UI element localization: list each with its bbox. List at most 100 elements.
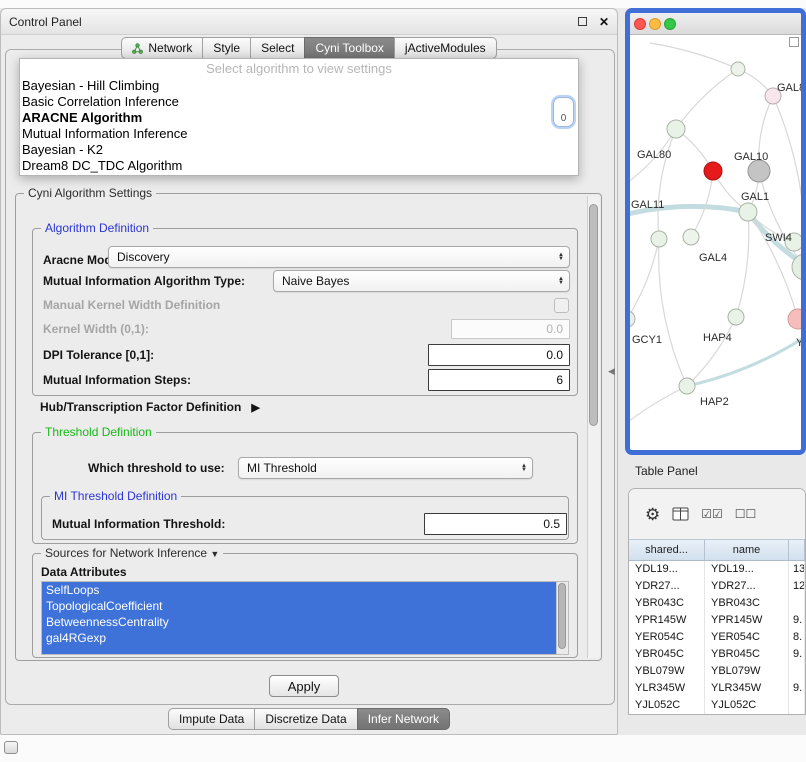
network-node[interactable] — [748, 160, 770, 182]
gear-icon[interactable]: ⚙ — [645, 506, 660, 523]
table-row[interactable]: YJL052CYJL052C — [629, 697, 805, 714]
table-cell: YBR045C — [629, 646, 705, 663]
tab-label: Style — [213, 41, 240, 55]
network-node[interactable] — [667, 120, 685, 138]
list-scrollbar-thumb[interactable] — [558, 583, 566, 649]
focused-spinner[interactable]: 0 — [553, 97, 574, 127]
tab-label: Discretize Data — [265, 712, 346, 726]
table-cell: YBR045C — [705, 646, 789, 663]
dpi-tolerance-label: DPI Tolerance [0,1]: — [43, 348, 154, 362]
node-label-gal80: GAL80 — [637, 149, 671, 161]
kernel-width-input[interactable]: 0.0 — [451, 319, 570, 339]
dpi-tolerance-input[interactable]: 0.0 — [428, 344, 570, 366]
list-scrollbar[interactable] — [556, 582, 568, 654]
table-row[interactable]: YBR045CYBR045C9. — [629, 646, 805, 663]
table-cell: YDL19... — [629, 561, 705, 578]
tab-network[interactable]: Network — [121, 37, 203, 59]
bottom-tab-impute-data[interactable]: Impute Data — [168, 708, 255, 730]
mi-steps-input[interactable]: 6 — [428, 369, 570, 391]
table-row[interactable]: YPR145WYPR145W9. — [629, 612, 805, 629]
control-panel-window: Control Panel ✕ Network Style SelectCyni T… — [0, 8, 618, 735]
network-view-window: GAL8GAL80GAL10GAL11GAL1SWI4GAL4GCY1HAP4H… — [625, 8, 806, 455]
table-cell: YDL19... — [705, 561, 789, 578]
algorithm-option-aracne-algorithm[interactable]: ARACNE Algorithm — [20, 110, 578, 126]
minimize-traffic-light[interactable] — [649, 18, 661, 30]
mi-threshold-input[interactable]: 0.5 — [424, 513, 567, 535]
network-edge[interactable] — [759, 171, 801, 267]
which-threshold-value: MI Threshold — [247, 461, 317, 475]
float-window-icon[interactable] — [578, 17, 587, 26]
select-all-columns-icon[interactable]: ☑☑ — [701, 507, 723, 521]
settings-scrollbar[interactable] — [587, 196, 600, 658]
network-edge[interactable] — [748, 212, 798, 319]
mi-algorithm-type-select[interactable]: Naive Bayes ▲▼ — [273, 270, 570, 292]
algorithm-option-basic-correlation-inference[interactable]: Basic Correlation Inference — [20, 94, 578, 110]
bottom-tab-infer-network[interactable]: Infer Network — [357, 708, 450, 730]
network-edge[interactable] — [650, 43, 738, 69]
tab-jactivemodules[interactable]: jActiveModules — [394, 37, 497, 59]
minimized-panel-icon[interactable] — [4, 741, 18, 754]
network-node[interactable] — [630, 311, 635, 327]
table-row[interactable]: YDR27...YDR27...12 — [629, 578, 805, 595]
close-window-icon[interactable]: ✕ — [599, 15, 609, 29]
table-cell: YER054C — [705, 629, 789, 646]
network-edge[interactable] — [659, 239, 687, 386]
deselect-all-columns-icon[interactable]: ☐☐ — [735, 507, 757, 521]
zoom-traffic-light[interactable] — [664, 18, 676, 30]
attribute-item-betweennesscentrality[interactable]: BetweennessCentrality — [42, 614, 556, 630]
algorithm-option-bayesian-k2[interactable]: Bayesian - K2 — [20, 142, 578, 158]
control-panel-title: Control Panel — [9, 15, 578, 29]
network-node[interactable] — [683, 229, 699, 245]
network-edge[interactable] — [630, 386, 687, 425]
network-node[interactable] — [651, 231, 667, 247]
manual-kernel-width-checkbox[interactable] — [554, 298, 569, 313]
tab-label: jActiveModules — [405, 41, 486, 55]
network-window-titlebar — [630, 13, 801, 35]
network-edge[interactable] — [658, 129, 676, 239]
algorithm-option-bayesian-hill-climbing[interactable]: Bayesian - Hill Climbing — [20, 78, 578, 94]
algorithm-option-mutual-information-inference[interactable]: Mutual Information Inference — [20, 126, 578, 142]
tab-select[interactable]: Select — [250, 37, 305, 59]
which-threshold-select[interactable]: MI Threshold ▲▼ — [238, 457, 533, 479]
network-canvas[interactable]: GAL8GAL80GAL10GAL11GAL1SWI4GAL4GCY1HAP4H… — [630, 35, 801, 450]
network-scroll-corner[interactable] — [789, 37, 799, 47]
table-cell: 9. — [789, 612, 805, 629]
network-edge[interactable] — [736, 212, 749, 317]
column-header-shared[interactable]: shared... — [629, 540, 705, 560]
table-row[interactable]: YER054CYER054C8. — [629, 629, 805, 646]
attribute-item-selfloops[interactable]: SelfLoops — [42, 582, 556, 598]
network-node[interactable] — [739, 203, 757, 221]
column-header-name[interactable]: name — [705, 540, 789, 560]
column-browser-icon[interactable] — [672, 507, 689, 521]
aracne-mode-select[interactable]: Discovery ▲▼ — [108, 246, 570, 268]
mi-threshold-definition-group: MI Threshold Definition Mutual Informati… — [41, 496, 569, 540]
network-node[interactable] — [679, 378, 695, 394]
apply-button[interactable]: Apply — [269, 675, 339, 697]
table-row[interactable]: YLR345WYLR345W9. — [629, 680, 805, 697]
attribute-item-gal4rgexp[interactable]: gal4RGexp — [42, 630, 556, 646]
column-header-partial[interactable] — [789, 540, 805, 560]
hub-definition-toggle[interactable]: Hub/Transcription Factor Definition ▶ — [40, 400, 260, 414]
attribute-item-topologicalcoefficient[interactable]: TopologicalCoefficient — [42, 598, 556, 614]
close-traffic-light[interactable] — [634, 18, 646, 30]
table-row[interactable]: YDL19...YDL19...13 — [629, 561, 805, 578]
network-edge[interactable] — [630, 239, 659, 319]
table-row[interactable]: YBR043CYBR043C — [629, 595, 805, 612]
attribute-item-partial[interactable] — [42, 646, 556, 655]
tab-style[interactable]: Style — [202, 37, 251, 59]
table-cell: 9. — [789, 646, 805, 663]
algorithm-option-dream8-dc-tdc-algorithm[interactable]: Dream8 DC_TDC Algorithm — [20, 158, 578, 174]
network-node[interactable] — [731, 62, 745, 76]
network-edge[interactable] — [676, 69, 738, 129]
tab-cyni-toolbox[interactable]: Cyni Toolbox — [304, 37, 394, 59]
network-node[interactable] — [728, 309, 744, 325]
network-node[interactable] — [704, 162, 722, 180]
bottom-tab-discretize-data[interactable]: Discretize Data — [254, 708, 357, 730]
settings-scrollbar-thumb[interactable] — [589, 204, 598, 426]
table-cell: YBL079W — [705, 663, 789, 680]
sources-group-toggle[interactable]: Sources for Network Inference ▼ — [41, 546, 223, 560]
node-label-gal10: GAL10 — [734, 151, 768, 163]
panel-splitter-handle[interactable]: ◀ — [608, 366, 615, 377]
network-node[interactable] — [788, 309, 801, 329]
table-row[interactable]: YBL079WYBL079W — [629, 663, 805, 680]
